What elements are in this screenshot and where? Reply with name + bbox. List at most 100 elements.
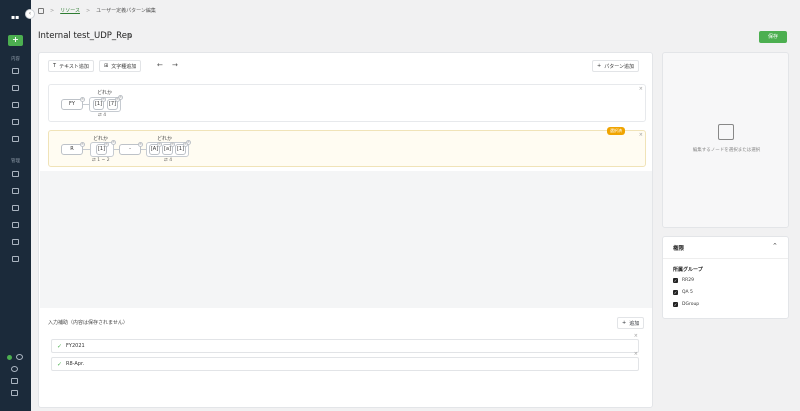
- folder-icon[interactable]: [12, 119, 19, 125]
- pattern-row-selected[interactable]: 選択済 × R × どれか × [1] × ⇄ 1 ~ 2 - × どれか ×: [48, 127, 646, 167]
- chat-icon[interactable]: [12, 136, 19, 142]
- close-icon[interactable]: ×: [634, 333, 638, 339]
- chevron-up-icon[interactable]: ⌃: [772, 242, 778, 250]
- text-icon: T: [53, 63, 57, 69]
- help-icon[interactable]: [11, 366, 18, 372]
- support-icon[interactable]: [16, 354, 23, 360]
- close-icon[interactable]: ×: [138, 142, 143, 147]
- add-text-button[interactable]: T テキスト追加: [48, 60, 94, 72]
- document-icon[interactable]: [12, 102, 19, 108]
- group-checkbox[interactable]: ✓ RR29: [673, 278, 694, 283]
- text-node[interactable]: FY ×: [61, 97, 85, 110]
- node-settings-panel: 編集するノードを選択または選択: [662, 52, 789, 228]
- repeat-label: 4: [103, 113, 107, 118]
- list-icon[interactable]: [12, 68, 19, 74]
- add-chartype-label: 文字種追加: [111, 63, 137, 70]
- choice-group[interactable]: × [1] ×: [90, 140, 116, 157]
- close-icon[interactable]: ×: [111, 140, 116, 145]
- chartype-node[interactable]: [1] ×: [175, 142, 188, 155]
- breadcrumb-separator: >: [85, 7, 91, 14]
- sidebar-section-admin: 管理: [11, 159, 20, 164]
- sidebar-collapse-button[interactable]: ‹: [25, 9, 35, 19]
- image-icon[interactable]: [12, 222, 19, 228]
- close-icon[interactable]: ×: [634, 351, 638, 357]
- text-node[interactable]: - ×: [119, 142, 143, 155]
- checkbox-checked-icon: ✓: [673, 290, 678, 295]
- status-online-icon: [7, 355, 12, 360]
- add-pattern-label: パターン追加: [604, 63, 634, 70]
- group-name: RR29: [682, 278, 694, 283]
- add-pattern-button[interactable]: + パターン追加: [592, 60, 639, 72]
- repeat-label: 1 ~ 2: [97, 158, 110, 163]
- group-title: 所属グループ: [673, 267, 703, 273]
- checkbox-checked-icon: ✓: [673, 302, 678, 307]
- close-icon[interactable]: ×: [80, 142, 85, 147]
- chartype-node[interactable]: [7] ×: [107, 97, 120, 110]
- close-icon[interactable]: ×: [639, 132, 643, 138]
- keyboard-icon[interactable]: [11, 378, 18, 384]
- repeat-icon: ⇄: [92, 158, 96, 163]
- group-checkbox[interactable]: ✓ QA 5: [673, 290, 693, 295]
- report-icon[interactable]: [12, 256, 19, 262]
- close-icon[interactable]: ×: [115, 97, 120, 102]
- repeat-icon: ⇄: [164, 158, 168, 163]
- app-logo: ▪▪: [11, 14, 20, 21]
- breadcrumb: > リソース > ユーザー定義パターン編集: [38, 7, 156, 14]
- group-label: どれか: [97, 90, 113, 96]
- node-label: [7]: [108, 101, 117, 107]
- breadcrumb-current: ユーザー定義パターン編集: [96, 8, 156, 14]
- choice-group[interactable]: × [1] × [7] ×: [89, 95, 123, 112]
- close-icon[interactable]: ×: [104, 142, 109, 147]
- node-label: [A]: [150, 146, 159, 152]
- create-button[interactable]: +: [8, 35, 23, 46]
- choice-group[interactable]: × [A] × [a] × [1] ×: [146, 140, 191, 157]
- node-label: -: [129, 146, 131, 152]
- repeat-count[interactable]: ⇄ 4: [164, 158, 172, 163]
- chartype-node[interactable]: [A] ×: [149, 142, 162, 155]
- table-icon[interactable]: [12, 188, 19, 194]
- connector: [83, 149, 90, 150]
- selected-badge: 選択済: [607, 127, 625, 135]
- add-sample-button[interactable]: + 追加: [617, 317, 645, 329]
- chartype-node[interactable]: [1] ×: [96, 142, 109, 155]
- text-node[interactable]: R ×: [61, 142, 85, 155]
- undo-arrow-icon[interactable]: ←: [157, 61, 163, 69]
- grid-icon[interactable]: [12, 85, 19, 91]
- node-label: FY: [69, 101, 75, 107]
- close-icon[interactable]: ×: [80, 97, 85, 102]
- sample-input[interactable]: ✓ R8-Apr. ×: [51, 351, 639, 371]
- sample-value: FY2021: [66, 343, 85, 349]
- redo-arrow-icon[interactable]: →: [172, 61, 178, 69]
- permissions-panel: 権限 ⌃ 所属グループ ✓ RR29 ✓ QA 5 ✓ DGroup: [662, 236, 789, 319]
- node-label: [1]: [176, 146, 185, 152]
- close-icon[interactable]: ×: [101, 97, 106, 102]
- chartype-node[interactable]: [1] ×: [93, 97, 106, 110]
- node-label: R: [70, 146, 74, 152]
- save-button[interactable]: 保存: [759, 31, 787, 43]
- add-chartype-button[interactable]: ⊞ 文字種追加: [99, 60, 142, 72]
- chartype-icon: ⊞: [104, 63, 109, 69]
- group-checkbox[interactable]: ✓ DGroup: [673, 302, 699, 307]
- chartype-node[interactable]: [a] ×: [162, 142, 175, 155]
- sample-input[interactable]: ✓ FY2021 ×: [51, 333, 639, 353]
- check-icon: ✓: [57, 360, 63, 368]
- repeat-count[interactable]: ⇄ 1 ~ 2: [92, 158, 110, 163]
- canvas-empty-area[interactable]: [40, 171, 652, 308]
- breadcrumb-resources[interactable]: リソース: [60, 7, 80, 14]
- settings-icon[interactable]: [12, 239, 19, 245]
- close-icon[interactable]: ×: [639, 86, 643, 92]
- pattern-row[interactable]: × FY × どれか × [1] × [7] × ⇄ 4: [48, 84, 646, 122]
- database-icon[interactable]: [12, 171, 19, 177]
- input-helper-label: 入力補助（内容は保存されません）: [48, 320, 128, 326]
- sample-value: R8-Apr.: [66, 361, 85, 367]
- empty-state-text: 編集するノードを選択または選択: [692, 148, 761, 153]
- logout-icon[interactable]: [11, 390, 18, 396]
- close-icon[interactable]: ×: [183, 142, 188, 147]
- plus-icon: +: [597, 63, 602, 69]
- sidebar: ▪▪ + 内容 管理: [0, 0, 31, 411]
- pencil-icon[interactable]: ✎: [127, 32, 133, 40]
- users-icon[interactable]: [12, 205, 19, 211]
- repeat-count[interactable]: ⇄ 4: [98, 113, 106, 118]
- add-text-label: テキスト追加: [59, 63, 89, 70]
- home-icon[interactable]: [38, 7, 44, 14]
